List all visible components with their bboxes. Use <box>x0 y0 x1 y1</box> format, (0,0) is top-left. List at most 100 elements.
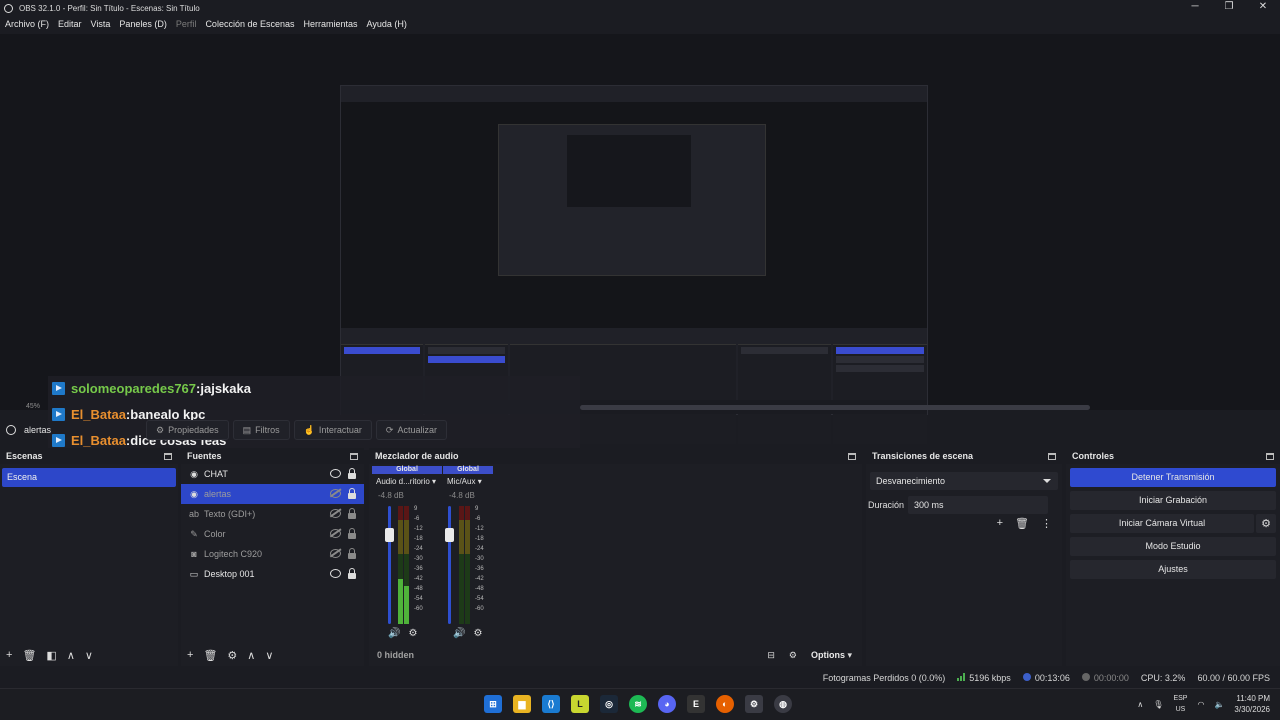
volume-fader-knob[interactable] <box>385 528 394 542</box>
menu-profile[interactable]: Perfil <box>176 19 197 29</box>
volume-icon[interactable]: 🔈 <box>1214 700 1224 709</box>
studio-mode-button[interactable]: Modo Estudio <box>1070 537 1276 556</box>
move-down-icon[interactable]: ∨ <box>85 649 93 662</box>
source-item-chat[interactable]: ◉ CHAT <box>181 464 364 484</box>
source-item-alertas[interactable]: ◉ alertas <box>181 484 364 504</box>
zoom-level: 45% <box>26 403 41 410</box>
hidden-eye-icon[interactable] <box>330 509 341 518</box>
minimize-button[interactable]: ─ <box>1178 0 1212 16</box>
scene-filters-icon[interactable]: ◧ <box>46 649 56 662</box>
language-indicator[interactable]: ESP US <box>1173 693 1187 715</box>
move-up-icon[interactable]: ∧ <box>247 649 255 662</box>
menu-view[interactable]: Vista <box>91 19 111 29</box>
options-dropdown[interactable]: Options ▾ <box>811 650 852 661</box>
audio-mixer-dock: Mezclador de audio Global Audio d...rito… <box>369 448 862 666</box>
transition-select[interactable]: Desvanecimiento <box>870 472 1058 490</box>
unlock-icon[interactable] <box>348 528 356 539</box>
trash-icon[interactable]: 🗑 <box>203 649 217 662</box>
visibility-eye-icon[interactable] <box>330 569 341 578</box>
preview-scrollbar[interactable] <box>580 405 1090 410</box>
undock-icon[interactable] <box>350 452 358 460</box>
gear-icon[interactable]: ⚙ <box>1256 514 1276 533</box>
hidden-eye-icon[interactable] <box>330 549 341 558</box>
advanced-audio-icon[interactable]: ⚙ <box>789 650 797 661</box>
source-item-desktop[interactable]: ▭ Desktop 001 <box>181 564 364 584</box>
visibility-eye-icon[interactable] <box>330 469 341 478</box>
menu-file[interactable]: Archivo (F) <box>5 19 49 29</box>
clock[interactable]: 11:40 PM 3/30/2026 <box>1234 693 1270 715</box>
start-recording-button[interactable]: Iniciar Grabación <box>1070 491 1276 510</box>
trash-icon[interactable]: 🗑 <box>1015 517 1029 530</box>
vscode-icon[interactable]: ⟨⟩ <box>542 695 560 713</box>
trash-icon[interactable]: 🗑 <box>22 649 36 662</box>
volume-fader-track[interactable] <box>448 506 451 624</box>
lock-icon[interactable] <box>348 568 356 579</box>
unlock-icon[interactable] <box>348 548 356 559</box>
sources-footer: + 🗑 ⚙ ∧ ∨ <box>181 644 364 666</box>
microphone-icon[interactable]: 🎙 <box>1153 700 1163 709</box>
windows-start-icon[interactable]: ⊞ <box>484 695 502 713</box>
add-icon[interactable]: + <box>6 649 12 661</box>
chevron-up-icon[interactable]: ∧ <box>1137 700 1143 709</box>
interact-button[interactable]: ☝ Interactuar <box>293 420 372 440</box>
source-item-camera[interactable]: ◙ Logitech C920 <box>181 544 364 564</box>
discord-icon[interactable]: ◕ <box>658 695 676 713</box>
menu-docks[interactable]: Paneles (D) <box>119 19 167 29</box>
pointer-icon: ☝ <box>303 424 315 435</box>
browser-icon: ◉ <box>190 488 198 499</box>
wifi-icon[interactable]: ◠ <box>1197 700 1204 709</box>
undock-icon[interactable] <box>164 452 172 460</box>
channel-name-dropdown[interactable]: Mic/Aux ▾ <box>443 477 493 486</box>
properties-button[interactable]: ⚙ Propiedades <box>146 420 229 440</box>
filters-button[interactable]: ▤ Filtros <box>232 420 290 440</box>
obs-taskbar-icon[interactable]: ◍ <box>774 695 792 713</box>
virtual-camera-button[interactable]: Iniciar Cámara Virtual <box>1070 514 1254 533</box>
add-icon[interactable]: + <box>997 517 1003 530</box>
epic-games-icon[interactable]: E <box>687 695 705 713</box>
layout-icon[interactable]: ⊟ <box>767 650 775 661</box>
lock-icon[interactable] <box>348 468 356 479</box>
menu-help[interactable]: Ayuda (H) <box>367 19 407 29</box>
channel-name-dropdown[interactable]: Audio d...ritorio ▾ <box>372 477 442 486</box>
speaker-icon[interactable]: 🔊 <box>453 628 465 639</box>
undock-icon[interactable] <box>1048 452 1056 460</box>
stop-stream-button[interactable]: Detener Transmisión <box>1070 468 1276 487</box>
move-up-icon[interactable]: ∧ <box>67 649 75 662</box>
duration-input[interactable]: 300 ms <box>908 496 1048 514</box>
unlock-icon[interactable] <box>348 508 356 519</box>
undock-icon[interactable] <box>848 452 856 460</box>
steam-icon[interactable]: ◎ <box>600 695 618 713</box>
gear-icon[interactable]: ⚙ <box>227 649 237 662</box>
scene-item[interactable]: Escena <box>2 468 176 487</box>
spotify-icon[interactable]: ≋ <box>629 695 647 713</box>
channel-settings-icon[interactable]: ⚙ <box>408 628 417 639</box>
refresh-button[interactable]: ⟳ Actualizar <box>375 420 447 440</box>
hidden-eye-icon[interactable] <box>330 529 341 538</box>
title-bar: OBS 32.1.0 - Perfil: Sin Título - Escena… <box>0 0 1280 16</box>
record-status-icon <box>1081 673 1090 681</box>
source-item-texto[interactable]: ab Texto (GDI+) <box>181 504 364 524</box>
menu-scene-collection[interactable]: Colección de Escenas <box>205 19 294 29</box>
mixer-footer: 0 hidden ⊟ ⚙ Options ▾ <box>369 644 862 666</box>
volume-fader-knob[interactable] <box>445 528 454 542</box>
menu-tools[interactable]: Herramientas <box>304 19 358 29</box>
source-item-color[interactable]: ✎ Color <box>181 524 364 544</box>
preview-canvas[interactable] <box>0 34 1280 444</box>
lock-icon[interactable] <box>348 488 356 499</box>
undock-icon[interactable] <box>1266 452 1274 460</box>
channel-settings-icon[interactable]: ⚙ <box>473 628 482 639</box>
restore-button[interactable]: ❐ <box>1212 0 1246 16</box>
menu-edit[interactable]: Editar <box>58 19 82 29</box>
live-app-icon[interactable]: L <box>571 695 589 713</box>
close-button[interactable]: ✕ <box>1246 0 1280 16</box>
more-options-icon[interactable]: ⋮ <box>1041 517 1052 530</box>
file-explorer-icon[interactable]: ▆ <box>513 695 531 713</box>
speaker-icon[interactable]: 🔊 <box>388 628 400 639</box>
settings-app-icon[interactable]: ⚙ <box>745 695 763 713</box>
firefox-icon[interactable]: ◐ <box>716 695 734 713</box>
hidden-eye-icon[interactable] <box>330 489 341 498</box>
add-icon[interactable]: + <box>187 649 193 661</box>
volume-fader-track[interactable] <box>388 506 391 624</box>
settings-button[interactable]: Ajustes <box>1070 560 1276 579</box>
move-down-icon[interactable]: ∨ <box>265 649 273 662</box>
